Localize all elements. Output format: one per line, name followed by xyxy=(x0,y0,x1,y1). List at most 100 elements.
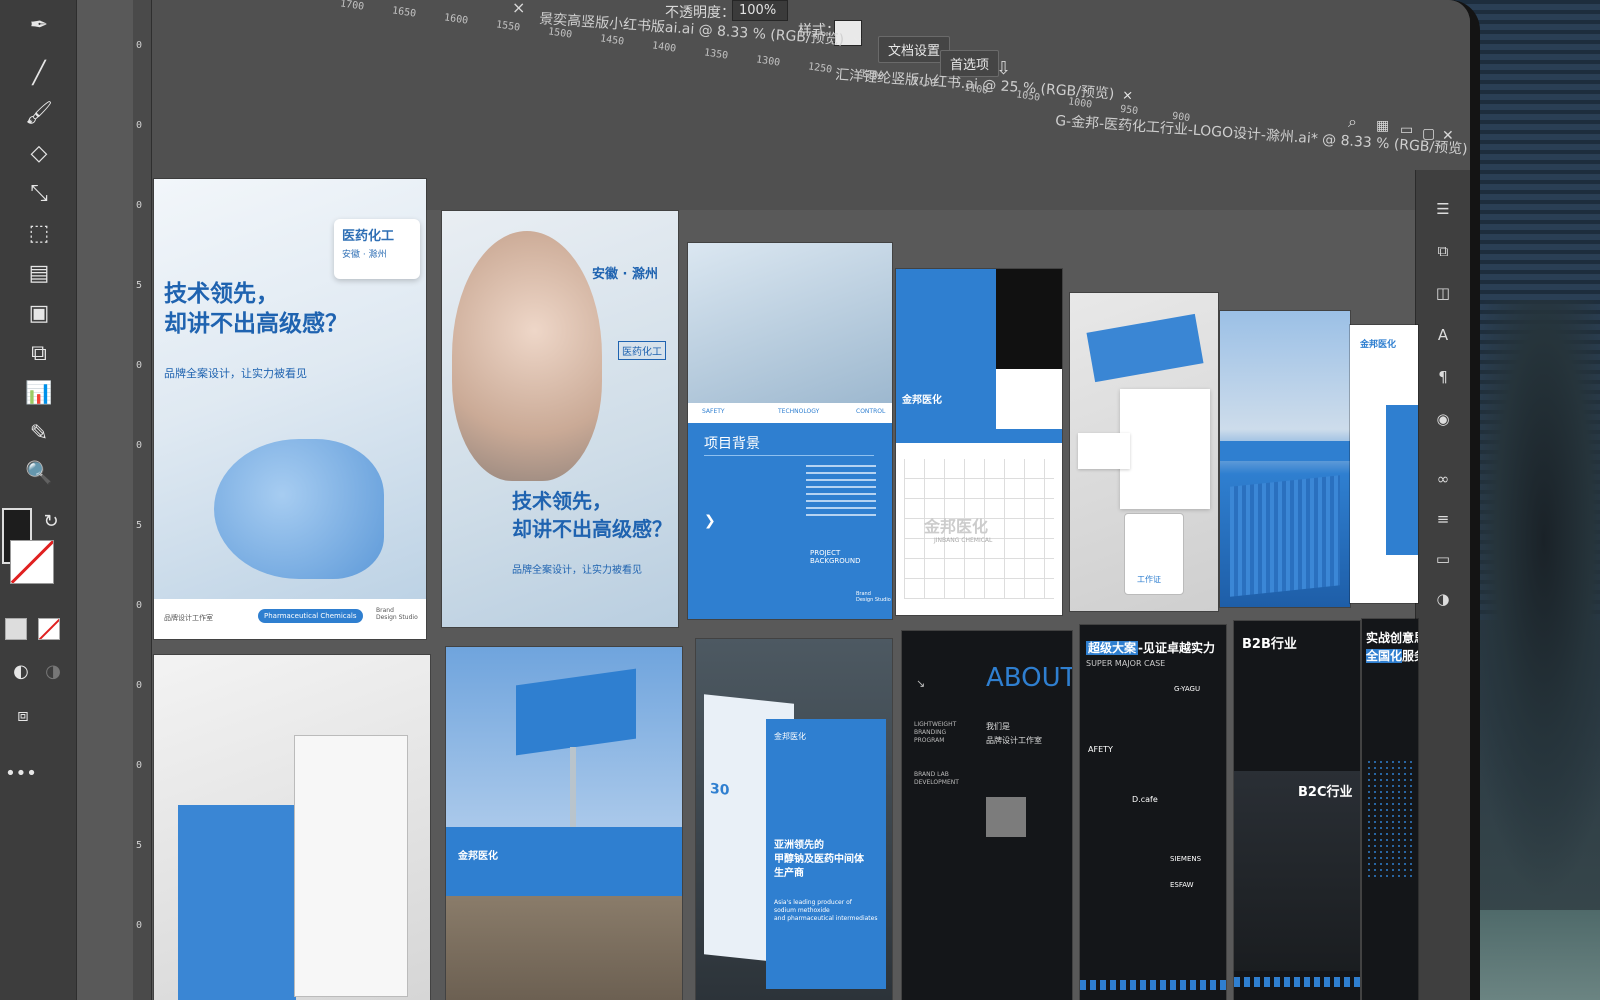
wall-logo: 金邦医化 xyxy=(458,851,498,862)
perspective-grid-icon[interactable]: ▤ xyxy=(22,258,56,288)
hruler-tick: 950 xyxy=(1119,103,1139,118)
stroke-color-swatch[interactable] xyxy=(10,540,54,584)
artboard-about[interactable]: ↘ ABOUT LIGHTWEIGHT BRANDING PROGRAM BRA… xyxy=(902,631,1072,1000)
letterhead-image xyxy=(1120,389,1210,509)
logo-text: 金邦医化 xyxy=(902,395,942,406)
hruler-tick: 1500 xyxy=(547,26,573,41)
hruler-tick: 900 xyxy=(1171,110,1191,125)
panels-dock: ☰ ⧉ ◫ A ¶ ◉ ∞ ≡ ▭ ◑ xyxy=(1415,170,1470,1000)
monitor: 不透明度： 100% 样式： 文档设置 首选项 ⇩ 景奕高竖版小红书版ai.ai… xyxy=(0,0,1480,1000)
vruler-tick: 0 xyxy=(136,360,143,371)
business-card-image xyxy=(1078,433,1130,469)
scale-tool-icon[interactable]: ⤡ xyxy=(22,178,56,208)
artboard-logo-grid[interactable]: 金邦医化 金邦医化 JINBANG CHEMICAL xyxy=(896,269,1062,615)
hruler-tick: 1250 xyxy=(807,61,833,76)
envelope-image xyxy=(1086,313,1204,383)
links-panel-icon[interactable]: ∞ xyxy=(1430,470,1456,492)
character-panel-icon[interactable]: A xyxy=(1430,326,1456,348)
blue-panel: 金邦医化 xyxy=(896,269,996,429)
body-text-block xyxy=(806,465,876,517)
draw-mode-icon[interactable]: ◐ xyxy=(4,656,38,686)
vruler-tick: 5 xyxy=(136,840,143,851)
swap-colors-icon[interactable]: ↻ xyxy=(34,506,68,536)
footer-brand: Brand Design Studio xyxy=(856,591,891,603)
billboard-pole xyxy=(570,747,576,837)
gloved-hand-image xyxy=(214,439,384,579)
column-graph-icon[interactable]: 📊 xyxy=(22,378,56,408)
artboard-outdoor-poster[interactable]: 30 金邦医化 亚洲领先的 甲醇钠及医药中间体 生产商 Asia's leadi… xyxy=(696,639,892,1000)
screen-mode-icon[interactable]: ◑ xyxy=(36,656,70,686)
about-cn-1: 我们是 xyxy=(986,722,1010,731)
logo-outline-text: 金邦医化 xyxy=(924,517,989,536)
eyedropper-icon[interactable]: ✎ xyxy=(22,418,56,448)
national-title-2: 全国化服务格 xyxy=(1366,647,1418,664)
pathfinder-panel-icon[interactable]: ◑ xyxy=(1430,590,1456,612)
artboard-folder[interactable]: 金邦医化 xyxy=(1350,325,1418,603)
team-photo xyxy=(986,797,1026,837)
artboard-b2b-b2c[interactable]: B2B行业 B2C行业 xyxy=(1234,621,1360,1000)
artboard-project-background[interactable]: SAFETY TECHNOLOGY CONTROL 项目背景 ❯ PROJECT… xyxy=(688,243,892,619)
national-title-1: 实战创意思维 xyxy=(1366,631,1418,645)
program-label: LIGHTWEIGHT BRANDING PROGRAM xyxy=(914,721,957,744)
gradient-tool-icon[interactable]: ▣ xyxy=(22,298,56,328)
more-tools-icon[interactable]: ••• xyxy=(4,758,38,788)
change-screen-mode-icon[interactable]: ⧈ xyxy=(6,700,40,730)
window-close-icon[interactable]: ✕ xyxy=(1442,128,1454,144)
black-panel xyxy=(996,269,1062,369)
poster-subtitle: 品牌全案设计，让实力被看见 xyxy=(164,367,307,380)
hruler-tick: 1700 xyxy=(339,0,365,13)
layers-panel-icon[interactable]: ⧉ xyxy=(1430,242,1456,264)
shape-builder-icon[interactable]: ⧉ xyxy=(22,338,56,368)
artboard-container-mockup[interactable] xyxy=(1220,311,1350,607)
about-title: ABOUT xyxy=(986,663,1072,693)
cases-subtitle: SUPER MAJOR CASE xyxy=(1086,659,1166,668)
transform-panel-icon[interactable]: ▭ xyxy=(1430,550,1456,572)
color-panel-icon[interactable]: ◉ xyxy=(1430,410,1456,432)
hruler-tick: 1350 xyxy=(703,47,729,62)
poster-subtitle: 品牌全案设计，让实力被看见 xyxy=(512,565,642,576)
none-color-icon[interactable] xyxy=(38,618,60,640)
color-mode-icon[interactable] xyxy=(5,618,27,640)
line-tool-icon[interactable]: ╱ xyxy=(22,58,56,88)
value-control: CONTROL xyxy=(856,408,886,415)
libraries-panel-icon[interactable]: ◫ xyxy=(1430,284,1456,306)
building-wall-image: 金邦医化 xyxy=(446,827,682,1000)
blue-band xyxy=(896,429,1062,443)
plant-silhouette xyxy=(1460,300,1600,900)
section-footer: PROJECT BACKGROUND xyxy=(810,549,861,565)
hruler-tick: 1050 xyxy=(1015,89,1041,104)
artboard-stationery[interactable]: 工作证 xyxy=(1070,293,1218,611)
artboard-major-cases[interactable]: 超级大案 -见证卓越实力 SUPER MAJOR CASE AFETY D.caf… xyxy=(1080,625,1226,1000)
arrow-corner-icon: ↘ xyxy=(916,677,926,690)
pen-tool-icon[interactable]: ✒ xyxy=(22,10,56,40)
footer-brand: Brand Design Studio xyxy=(376,607,418,621)
hruler-tick: 1650 xyxy=(391,5,417,20)
client-logo: D.cafe xyxy=(1132,795,1158,804)
section-title: 项目背景 xyxy=(704,436,760,452)
vruler-tick: 0 xyxy=(136,760,143,771)
poster-logo: 金邦医化 xyxy=(774,732,806,741)
align-panel-icon[interactable]: ≡ xyxy=(1430,510,1456,532)
brush-tool-icon[interactable]: 🖌 xyxy=(22,98,56,128)
microscope-photo xyxy=(688,243,892,403)
artboard-billboard[interactable]: 金邦医化 xyxy=(446,647,682,1000)
properties-panel-icon[interactable]: ☰ xyxy=(1430,200,1456,222)
paragraph-panel-icon[interactable]: ¶ xyxy=(1430,368,1456,390)
artboard-bags[interactable] xyxy=(154,655,430,1000)
artboard-poster-2[interactable]: 安徽 · 滁州 医药化工 技术领先， 却讲不出高级感？ 品牌全案设计，让实力被看… xyxy=(442,211,678,627)
eraser-tool-icon[interactable]: ◇ xyxy=(22,138,56,168)
footer-studio: 品牌设计工作室 xyxy=(164,614,213,622)
id-badge-image: 工作证 xyxy=(1124,513,1184,595)
vruler-tick: 0 xyxy=(136,200,143,211)
china-map-dots xyxy=(1366,759,1416,879)
zoom-tool-icon[interactable]: 🔍 xyxy=(22,458,56,488)
b2c-title: B2C行业 xyxy=(1298,785,1353,800)
artboard-poster-1[interactable]: 医药化工 安徽 · 滁州 技术领先， 却讲不出高级感？ 品牌全案设计，让实力被看… xyxy=(154,179,426,639)
free-transform-icon[interactable]: ⬚ xyxy=(22,218,56,248)
cases-title-highlight: 超级大案 xyxy=(1086,641,1139,655)
hruler-tick: 1000 xyxy=(1067,96,1093,111)
artboard-national-service[interactable]: 实战创意思维 全国化服务格 xyxy=(1362,619,1418,1000)
client-logo: G-YAGU xyxy=(1174,685,1201,693)
construction-grid: 金邦医化 JINBANG CHEMICAL xyxy=(904,459,1054,599)
folder-blue-edge xyxy=(1386,405,1418,555)
